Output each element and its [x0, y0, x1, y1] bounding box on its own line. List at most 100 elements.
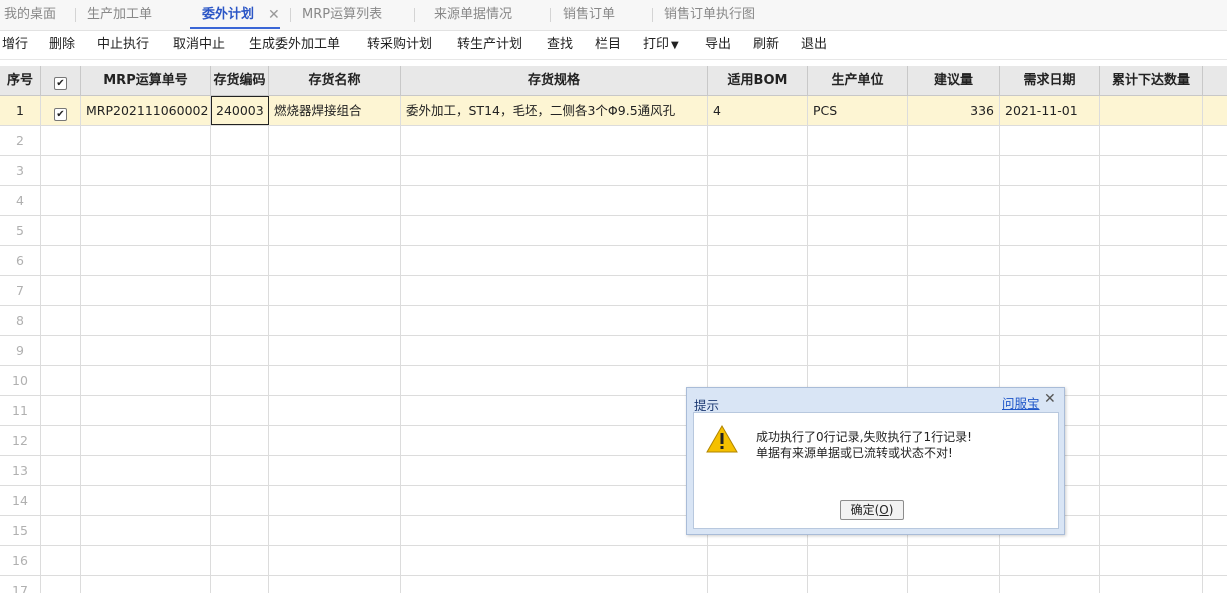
empty-cell[interactable]: [269, 396, 401, 425]
empty-cell[interactable]: [808, 336, 908, 365]
tab-close-icon[interactable]: ✕: [268, 0, 280, 30]
empty-cell[interactable]: [81, 336, 211, 365]
empty-cell[interactable]: [908, 126, 1000, 155]
empty-cell[interactable]: [708, 546, 808, 575]
empty-cell[interactable]: [81, 576, 211, 593]
exit-button[interactable]: 退出: [801, 31, 827, 59]
empty-cell[interactable]: [211, 156, 269, 185]
empty-cell[interactable]: [41, 246, 81, 275]
empty-cell[interactable]: [41, 396, 81, 425]
empty-cell[interactable]: [1100, 426, 1203, 455]
empty-cell[interactable]: [211, 216, 269, 245]
close-icon[interactable]: ✕: [1044, 391, 1056, 407]
empty-cell[interactable]: [808, 306, 908, 335]
empty-cell[interactable]: [269, 276, 401, 305]
empty-cell[interactable]: [211, 396, 269, 425]
empty-cell[interactable]: [708, 306, 808, 335]
empty-cell[interactable]: [269, 156, 401, 185]
table-row[interactable]: 5: [0, 216, 1227, 246]
empty-cell[interactable]: [708, 156, 808, 185]
empty-cell[interactable]: [81, 186, 211, 215]
cell-issued[interactable]: [1100, 96, 1203, 125]
to-purchase-plan-button[interactable]: 转采购计划: [367, 31, 432, 59]
empty-cell[interactable]: [211, 366, 269, 395]
tab-my-desktop[interactable]: 我的桌面: [4, 0, 56, 30]
suspend-button[interactable]: 中止执行: [97, 31, 149, 59]
empty-cell[interactable]: [908, 276, 1000, 305]
empty-cell[interactable]: [211, 186, 269, 215]
cell-date[interactable]: 2021-11-01: [1000, 96, 1100, 125]
empty-cell[interactable]: [41, 276, 81, 305]
export-button[interactable]: 导出: [705, 31, 731, 59]
col-header-select-all[interactable]: ✔: [41, 66, 81, 96]
empty-cell[interactable]: [708, 216, 808, 245]
table-row[interactable]: 4: [0, 186, 1227, 216]
empty-cell[interactable]: [808, 216, 908, 245]
empty-cell[interactable]: [269, 516, 401, 545]
empty-cell[interactable]: [41, 216, 81, 245]
empty-cell[interactable]: [41, 516, 81, 545]
empty-cell[interactable]: [1000, 186, 1100, 215]
empty-cell[interactable]: [401, 546, 708, 575]
cell-unit[interactable]: PCS: [808, 96, 908, 125]
empty-cell[interactable]: [1000, 126, 1100, 155]
tab-sales-order[interactable]: 销售订单: [563, 0, 615, 30]
empty-cell[interactable]: [401, 456, 708, 485]
empty-cell[interactable]: [708, 276, 808, 305]
empty-cell[interactable]: [1000, 216, 1100, 245]
empty-cell[interactable]: [41, 156, 81, 185]
table-row[interactable]: 8: [0, 306, 1227, 336]
empty-cell[interactable]: [211, 276, 269, 305]
empty-cell[interactable]: [401, 486, 708, 515]
cell-code[interactable]: 240003: [211, 96, 269, 125]
empty-cell[interactable]: [808, 246, 908, 275]
empty-cell[interactable]: [401, 396, 708, 425]
empty-cell[interactable]: [41, 546, 81, 575]
ok-button[interactable]: 确定(O): [840, 500, 904, 520]
cell-bom[interactable]: 4: [708, 96, 808, 125]
empty-cell[interactable]: [1100, 366, 1203, 395]
empty-cell[interactable]: [808, 156, 908, 185]
select-all-checkbox[interactable]: ✔: [54, 77, 67, 90]
empty-cell[interactable]: [1100, 246, 1203, 275]
empty-cell[interactable]: [41, 336, 81, 365]
empty-cell[interactable]: [41, 126, 81, 155]
to-production-plan-button[interactable]: 转生产计划: [457, 31, 522, 59]
empty-cell[interactable]: [708, 126, 808, 155]
help-link[interactable]: 问服宝: [1002, 393, 1040, 412]
tab-mrp-list[interactable]: MRP运算列表: [302, 0, 382, 30]
empty-cell[interactable]: [211, 516, 269, 545]
empty-cell[interactable]: [908, 246, 1000, 275]
tab-production-order[interactable]: 生产加工单: [87, 0, 152, 30]
empty-cell[interactable]: [211, 306, 269, 335]
delete-button[interactable]: 删除: [49, 31, 75, 59]
row-checkbox[interactable]: ✔: [54, 108, 67, 121]
empty-cell[interactable]: [708, 336, 808, 365]
empty-cell[interactable]: [81, 366, 211, 395]
empty-cell[interactable]: [211, 576, 269, 593]
empty-cell[interactable]: [211, 546, 269, 575]
table-row[interactable]: 3: [0, 156, 1227, 186]
empty-cell[interactable]: [269, 546, 401, 575]
refresh-button[interactable]: 刷新: [753, 31, 779, 59]
empty-cell[interactable]: [808, 276, 908, 305]
empty-cell[interactable]: [908, 336, 1000, 365]
empty-cell[interactable]: [41, 486, 81, 515]
empty-cell[interactable]: [1000, 246, 1100, 275]
empty-cell[interactable]: [1100, 276, 1203, 305]
empty-cell[interactable]: [808, 576, 908, 593]
empty-cell[interactable]: [401, 336, 708, 365]
empty-cell[interactable]: [401, 306, 708, 335]
empty-cell[interactable]: [908, 216, 1000, 245]
empty-cell[interactable]: [269, 186, 401, 215]
empty-cell[interactable]: [401, 216, 708, 245]
table-row[interactable]: 17: [0, 576, 1227, 593]
empty-cell[interactable]: [908, 306, 1000, 335]
empty-cell[interactable]: [41, 576, 81, 593]
empty-cell[interactable]: [1100, 336, 1203, 365]
empty-cell[interactable]: [81, 426, 211, 455]
empty-cell[interactable]: [1000, 336, 1100, 365]
empty-cell[interactable]: [1000, 306, 1100, 335]
tab-sales-exec-chart[interactable]: 销售订单执行图: [664, 0, 755, 30]
empty-cell[interactable]: [1100, 576, 1203, 593]
